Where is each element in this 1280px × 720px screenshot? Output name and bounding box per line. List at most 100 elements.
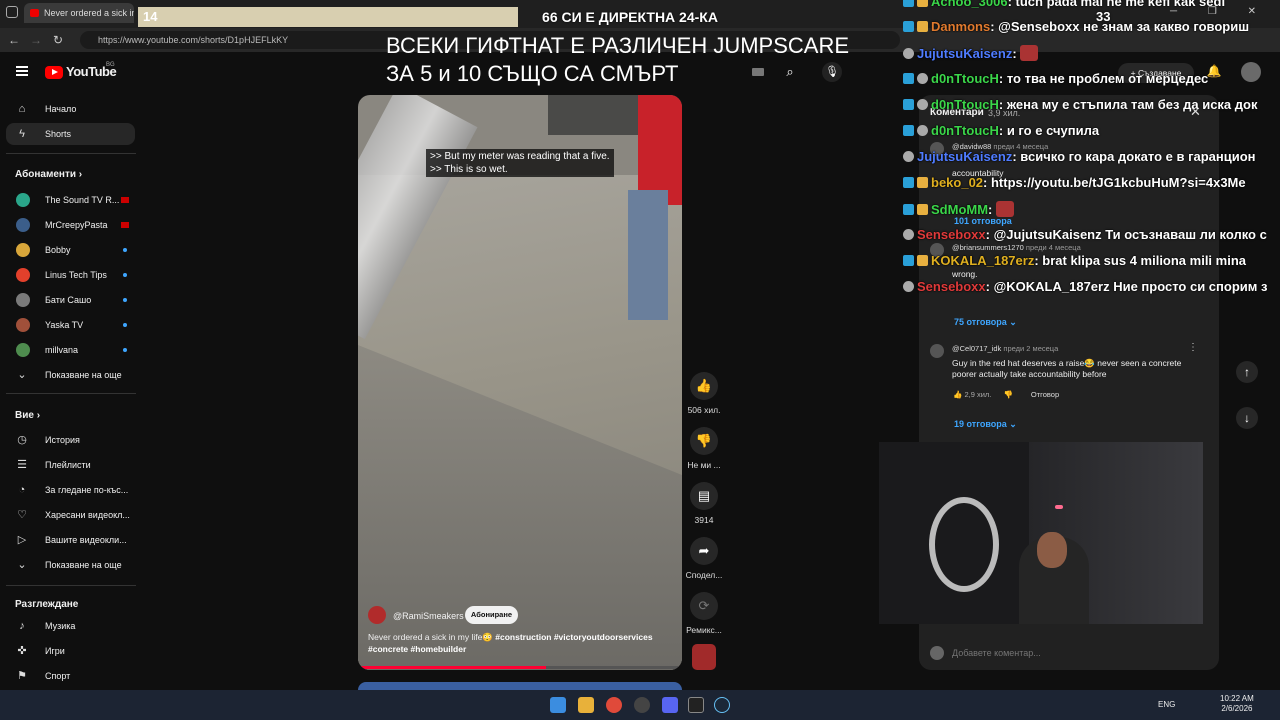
system-clock[interactable]: 10:22 AM 2/6/2026 xyxy=(1220,694,1254,714)
sidebar-item-watch-later[interactable]: ◔ За гледане по-къс... xyxy=(6,479,135,501)
sidebar-item-home[interactable]: ⌂ Начало xyxy=(6,98,135,120)
shorts-video-player[interactable] xyxy=(358,95,682,670)
chat-message: KOKALA_187erz: brat klipa sus 4 miliona … xyxy=(903,253,1246,273)
your-videos-icon: ▷ xyxy=(17,534,27,546)
more-options-icon[interactable]: ⋮ xyxy=(1188,342,1198,353)
sidebar-channel[interactable]: millvana xyxy=(6,339,135,361)
account-avatar[interactable] xyxy=(1241,62,1261,82)
next-short-button[interactable]: ↓ xyxy=(1236,407,1258,429)
sidebar-channel[interactable]: MrCreepyPasta xyxy=(6,214,135,236)
chat-badge-icon xyxy=(917,177,928,188)
youtube-logo-icon[interactable] xyxy=(45,66,63,79)
share-button[interactable]: ➦ xyxy=(690,537,718,565)
replies-toggle[interactable]: 19 отговора ⌄ xyxy=(954,419,1017,430)
obs-icon[interactable] xyxy=(634,697,650,713)
new-content-dot xyxy=(123,298,127,302)
chat-badge-icon xyxy=(917,204,928,215)
new-content-dot xyxy=(123,248,127,252)
add-comment-input[interactable] xyxy=(952,646,1202,660)
thumbs-down-icon: 👎 xyxy=(695,433,713,448)
comment-author[interactable]: @Cel0717_idk преди 2 месеца xyxy=(952,344,1058,353)
country-code: BG xyxy=(106,62,115,68)
video-frame-worker-legs xyxy=(628,190,668,320)
watch-later-icon: ◔ xyxy=(18,484,26,496)
input-language[interactable]: ENG xyxy=(1158,700,1175,709)
chat-badge-icon xyxy=(903,48,914,59)
chat-message: JujutsuKaisenz: xyxy=(903,45,1039,65)
you-heading[interactable]: Вие › xyxy=(15,410,40,421)
chat-emote-icon xyxy=(1020,45,1039,61)
back-icon[interactable]: ← xyxy=(6,32,22,48)
chat-message: d0nTtoucH: то тва не проблем от мерцедес xyxy=(903,71,1208,91)
reload-icon[interactable]: ↻ xyxy=(50,32,66,48)
new-content-dot xyxy=(123,348,127,352)
goal-current: 14 xyxy=(143,9,158,24)
channel-avatar xyxy=(16,243,30,257)
replies-toggle[interactable]: 75 отговора ⌄ xyxy=(954,317,1017,328)
forward-icon[interactable]: → xyxy=(28,32,44,48)
webcam-person-head xyxy=(1037,532,1067,568)
reply-button[interactable]: Отговор xyxy=(1031,390,1059,399)
chat-message: Danmons: @Senseboxx не знам за какво гов… xyxy=(903,19,1249,39)
sidebar-item-playlists[interactable]: ☰ Плейлисти xyxy=(6,454,135,476)
chat-badge-icon xyxy=(917,125,928,136)
video-progress-bar[interactable] xyxy=(358,666,682,669)
show-more-you[interactable]: ⌄ Показване на още xyxy=(6,554,135,576)
channel-avatar[interactable] xyxy=(368,606,386,624)
video-frame-truck xyxy=(548,95,648,135)
sidebar-item-history[interactable]: ◷ История xyxy=(6,429,135,451)
previous-short-button[interactable]: ↑ xyxy=(1236,361,1258,383)
share-icon: ➦ xyxy=(698,543,710,558)
sidebar-channel[interactable]: The Sound TV R... xyxy=(6,189,135,211)
dislike-button[interactable]: 👎 xyxy=(690,427,718,455)
sidebar-item-liked[interactable]: ♡ Харесани видеокл... xyxy=(6,504,135,526)
stream-headline: ВСЕКИ ГИФТНАТ Е РАЗЛИЧЕН JUMPSCARE ЗА 5 … xyxy=(386,33,850,86)
chat-message: Achoo_3006: tuch pada mai ne me kefi kak… xyxy=(903,0,1225,14)
browser-tab[interactable]: Never ordered a sick in my xyxy=(24,3,134,23)
chat-badge-icon xyxy=(917,255,928,266)
like-count: 506 хил. xyxy=(687,405,721,415)
gaming-icon: ✜ xyxy=(17,645,27,657)
remix-button[interactable]: ⟳ xyxy=(690,592,718,620)
chrome-icon[interactable] xyxy=(606,697,622,713)
notifications-bell-icon[interactable]: 🔔 xyxy=(1206,64,1222,80)
channel-name: The Sound TV R... xyxy=(45,195,120,205)
sidebar-item-shorts[interactable]: ϟ Shorts xyxy=(6,123,135,145)
history-icon: ◷ xyxy=(17,434,27,446)
sidebar-channel[interactable]: Бати Сашо xyxy=(6,289,135,311)
like-button[interactable]: 👍 xyxy=(690,372,718,400)
sidebar-channel[interactable]: Linus Tech Tips xyxy=(6,264,135,286)
channel-avatar xyxy=(16,268,30,282)
sidebar-channel[interactable]: Bobby xyxy=(6,239,135,261)
file-explorer-icon[interactable] xyxy=(578,697,594,713)
sidebar-item-music[interactable]: ♪ Музика xyxy=(6,615,135,637)
discord-icon[interactable] xyxy=(662,697,678,713)
sidebar-channel[interactable]: Yaska TV xyxy=(6,314,135,336)
your-avatar xyxy=(930,646,944,660)
comment-dislike-icon[interactable]: 👎 xyxy=(1003,390,1012,399)
steam-icon[interactable] xyxy=(714,697,730,713)
sidebar-item-label: Shorts xyxy=(45,129,72,139)
shorts-icon: ϟ xyxy=(19,128,25,140)
start-icon[interactable] xyxy=(550,697,566,713)
subscriptions-heading[interactable]: Абонаменти › xyxy=(15,169,82,180)
chat-badge-icon xyxy=(903,21,914,32)
divider xyxy=(6,153,136,154)
channel-name[interactable]: @RamiSmeakers xyxy=(393,611,464,621)
channel-name: millvana xyxy=(45,345,79,355)
show-more-subscriptions[interactable]: ⌄ Показване на още xyxy=(6,364,135,386)
live-icon xyxy=(121,197,129,203)
comment-like-icon[interactable]: 👍 xyxy=(953,390,962,399)
terminal-icon[interactable] xyxy=(688,697,704,713)
commenter-avatar[interactable] xyxy=(930,344,944,358)
chat-message: beko_02: https://youtu.be/tJG1kcbuHuM?si… xyxy=(903,175,1246,195)
comments-button[interactable]: ▤ xyxy=(690,482,718,510)
tab-search-icon[interactable] xyxy=(6,6,18,18)
sound-thumbnail[interactable] xyxy=(692,644,716,670)
subscribe-button[interactable]: Абониране xyxy=(465,606,518,624)
sidebar-item-your-videos[interactable]: ▷ Вашите видеокли... xyxy=(6,529,135,551)
menu-icon[interactable] xyxy=(16,66,28,76)
divider xyxy=(6,393,136,394)
sidebar-item-gaming[interactable]: ✜ Игри xyxy=(6,640,135,662)
sidebar-item-sports[interactable]: ⚑ Спорт xyxy=(6,665,135,687)
